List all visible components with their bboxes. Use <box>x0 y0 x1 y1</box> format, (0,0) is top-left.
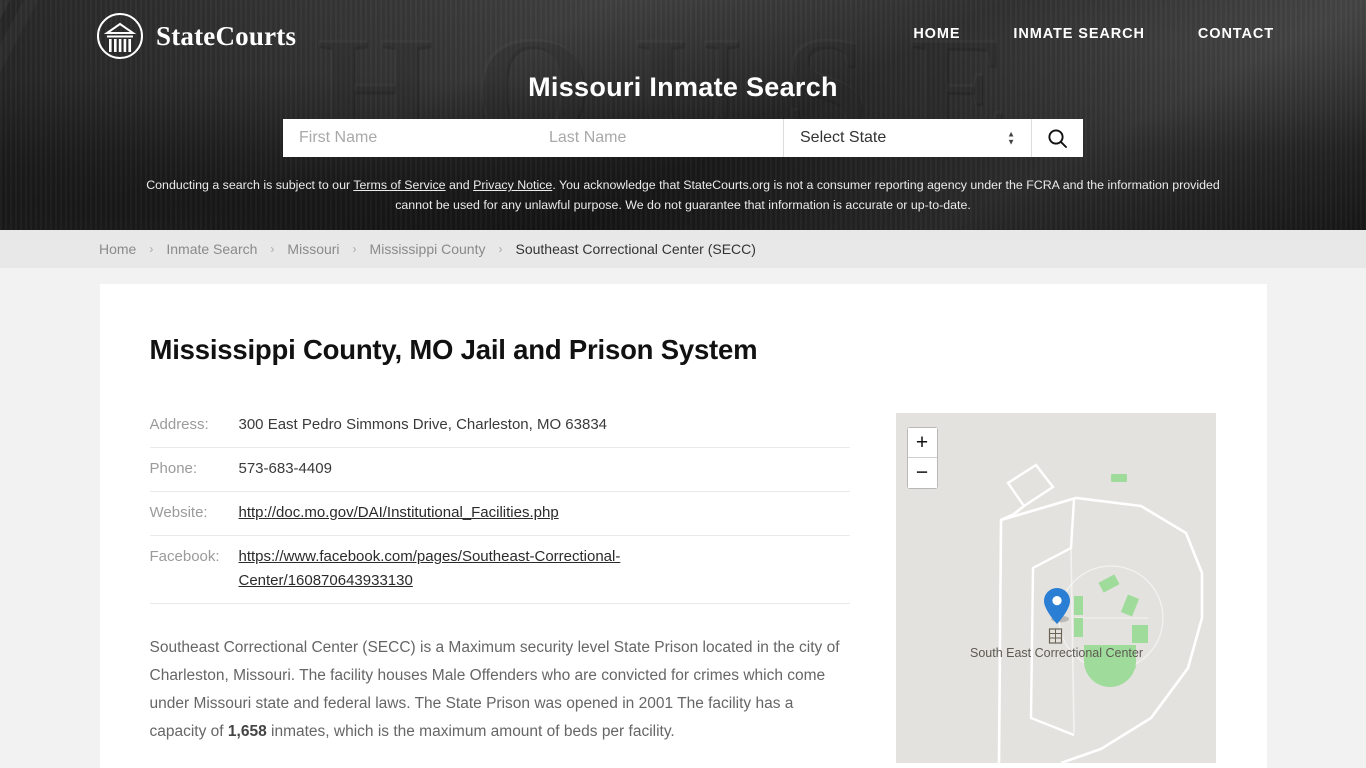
detail-label-address: Address: <box>149 416 209 433</box>
detail-value-phone: 573-683-4409 <box>238 460 332 477</box>
chevron-up-down-icon: ▲ ▼ <box>1007 129 1015 147</box>
state-select[interactable]: Select State ▲ ▼ <box>783 119 1031 157</box>
main-navigation: HOME INMATE SEARCH CONTACT <box>913 26 1274 42</box>
brand-name: StateCourts <box>156 20 297 51</box>
detail-value-website-link[interactable]: http://doc.mo.gov/DAI/Institutional_Faci… <box>239 504 559 521</box>
content-card: Mississippi County, MO Jail and Prison S… <box>99 284 1267 768</box>
detail-label-facebook: Facebook: <box>149 548 220 565</box>
description-part-2: inmates, which is the maximum amount of … <box>266 723 675 740</box>
chevron-right-icon: › <box>270 242 275 256</box>
disclaimer-part-1: Conducting a search is subject to our <box>146 178 354 192</box>
page-body: Mississippi County, MO Jail and Prison S… <box>0 284 1366 768</box>
detail-value-address: 300 East Pedro Simmons Drive, Charleston… <box>238 416 608 433</box>
breadcrumb-item-mississippi-county[interactable]: Mississippi County <box>370 241 486 257</box>
breadcrumb-item-inmate-search[interactable]: Inmate Search <box>166 241 257 257</box>
breadcrumb: Home › Inmate Search › Missouri › Missis… <box>99 241 756 257</box>
nav-item-contact[interactable]: CONTACT <box>1198 26 1274 42</box>
capacity-value: 1,658 <box>227 723 267 740</box>
site-header: HOUSE StateCourts HOME INMATE SEARCH CON… <box>0 0 1366 230</box>
search-disclaimer: Conducting a search is subject to our Te… <box>128 175 1238 215</box>
chevron-right-icon: › <box>498 242 503 256</box>
nav-item-home[interactable]: HOME <box>913 26 960 42</box>
breadcrumb-item-missouri[interactable]: Missouri <box>287 241 339 257</box>
search-submit-button[interactable] <box>1031 119 1083 157</box>
facility-details-row: Address: 300 East Pedro Simmons Drive, C… <box>149 413 1217 763</box>
inmate-search-form: Select State ▲▼ <box>283 119 1083 157</box>
map-zoom-in-button[interactable]: + <box>907 428 937 458</box>
breadcrumb-item-home[interactable]: Home <box>99 241 136 257</box>
detail-label-website: Website: <box>149 504 208 521</box>
privacy-notice-link[interactable]: Privacy Notice <box>473 178 552 192</box>
map-building <box>1073 596 1083 615</box>
first-name-input[interactable] <box>283 119 533 157</box>
breadcrumb-item-current: Southeast Correctional Center (SECC) <box>515 241 756 257</box>
magnifier-icon <box>1048 128 1067 148</box>
search-title: Missouri Inmate Search <box>528 72 838 102</box>
map-place-label: South East Correctional Center <box>969 646 1143 660</box>
detail-label-phone: Phone: <box>149 460 198 477</box>
table-row: Facebook: https://www.facebook.com/pages… <box>149 536 850 604</box>
map-zoom-controls: + − <box>906 427 938 489</box>
table-row: Website: http://doc.mo.gov/DAI/Instituti… <box>149 492 850 536</box>
last-name-input[interactable] <box>533 119 783 157</box>
facility-details-table: Address: 300 East Pedro Simmons Drive, C… <box>149 413 850 604</box>
facility-details-column: Address: 300 East Pedro Simmons Drive, C… <box>149 413 850 763</box>
map-building <box>1110 474 1127 482</box>
page-title: Mississippi County, MO Jail and Prison S… <box>149 334 758 365</box>
state-select-value: Select State <box>800 129 887 146</box>
brand-logo-link[interactable]: StateCourts <box>96 12 296 60</box>
chevron-right-icon: › <box>352 242 357 256</box>
terms-of-service-link[interactable]: Terms of Service <box>353 178 445 192</box>
map-pin-marker-icon[interactable] <box>1043 588 1070 624</box>
prison-building-icon <box>1048 628 1062 644</box>
detail-value-facebook-link[interactable]: https://www.facebook.com/pages/Southeast… <box>239 545 709 593</box>
table-row: Address: 300 East Pedro Simmons Drive, C… <box>149 413 850 448</box>
disclaimer-part-2: and <box>445 178 474 192</box>
facility-map-column: + − South East Correctional Center <box>895 413 1216 763</box>
map-zoom-out-button[interactable]: − <box>907 458 937 488</box>
facility-description: Southeast Correctional Center (SECC) is … <box>150 634 850 746</box>
map-building <box>1131 625 1148 643</box>
nav-item-inmate-search[interactable]: INMATE SEARCH <box>1013 26 1144 42</box>
chevron-right-icon: › <box>149 242 154 256</box>
map-building <box>1073 618 1083 637</box>
facility-map[interactable]: + − South East Correctional Center <box>895 413 1216 763</box>
table-row: Phone: 573-683-4409 <box>149 448 850 492</box>
courthouse-circle-logo-icon <box>97 13 143 59</box>
breadcrumb-bar: Home › Inmate Search › Missouri › Missis… <box>0 230 1366 268</box>
